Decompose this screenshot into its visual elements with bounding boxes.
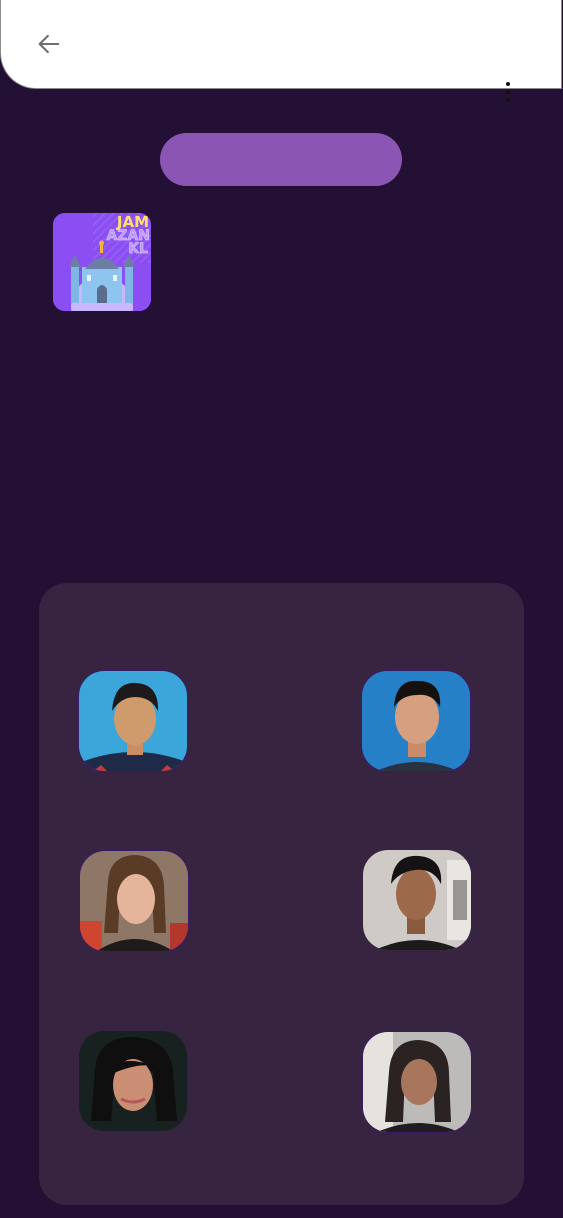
team-member-4[interactable] xyxy=(362,849,472,951)
team-member-1[interactable] xyxy=(78,670,188,772)
member-4-photo xyxy=(363,850,471,950)
app-logo: JAM AZAN KL xyxy=(53,213,151,311)
member-1-photo xyxy=(79,671,187,771)
team-member-3[interactable] xyxy=(79,850,189,952)
team-member-6[interactable] xyxy=(362,1031,472,1133)
member-2-photo xyxy=(362,671,470,771)
app-bar xyxy=(0,0,562,89)
overflow-menu-button[interactable] xyxy=(504,80,512,104)
team-member-5[interactable] xyxy=(78,1030,188,1132)
member-6-photo xyxy=(363,1032,471,1132)
member-3-photo xyxy=(80,851,188,951)
header-pill-button[interactable] xyxy=(160,133,402,186)
back-button[interactable] xyxy=(31,26,67,62)
more-vertical-icon xyxy=(506,82,510,102)
member-5-photo xyxy=(79,1031,187,1131)
team-member-2[interactable] xyxy=(361,670,471,772)
arrow-back-icon xyxy=(38,34,60,54)
logo-text-line-3: KL xyxy=(128,241,148,257)
